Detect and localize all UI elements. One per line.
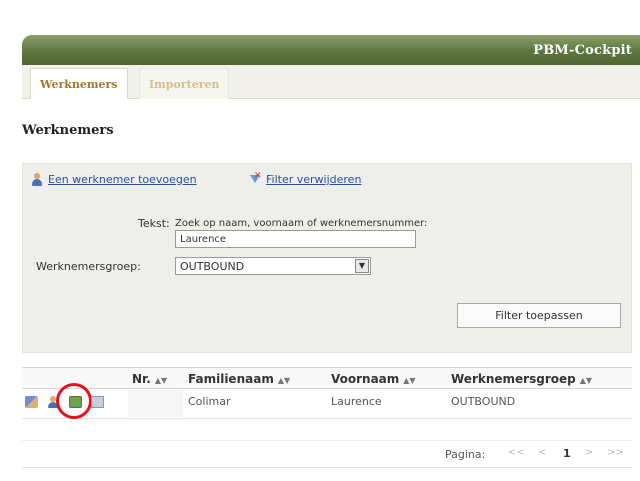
page-title: Werknemers xyxy=(22,123,114,138)
add-user-icon xyxy=(31,173,44,186)
voornaam-cell: Laurence xyxy=(331,395,382,408)
groep-label: Werknemersgroep: xyxy=(36,260,141,273)
chevron-down-icon[interactable]: ▼ xyxy=(355,259,369,273)
sort-icon: ▲▼ xyxy=(579,376,593,385)
column-label: Nr. xyxy=(132,372,151,386)
sort-icon: ▲▼ xyxy=(154,376,168,385)
trash-icon xyxy=(91,396,104,408)
edit-button[interactable] xyxy=(22,392,42,412)
first-page-button[interactable]: << xyxy=(508,447,525,458)
column-label: Voornaam xyxy=(331,372,400,386)
app-title: PBM-Cockpit xyxy=(533,43,632,58)
employees-table: Nr. ▲▼ Familienaam ▲▼ Voornaam ▲▼ Werknemer… xyxy=(22,367,632,468)
next-page-button[interactable]: > xyxy=(585,447,593,458)
last-page-button[interactable]: >> xyxy=(607,447,624,458)
search-hint: Zoek op naam, voornaam of werknemersnumm… xyxy=(175,218,428,229)
werknemersgroep-value: OUTBOUND xyxy=(180,260,245,273)
tab-werknemers[interactable]: Werknemers xyxy=(30,68,128,99)
edit-icon xyxy=(25,396,38,408)
column-header-nr[interactable]: Nr. ▲▼ xyxy=(132,372,167,386)
add-employee-label: Een werknemer toevoegen xyxy=(48,173,197,186)
add-employee-link[interactable]: Een werknemer toevoegen xyxy=(31,173,197,186)
remove-filter-icon xyxy=(249,171,262,186)
apply-filter-button[interactable]: Filter toepassen xyxy=(457,303,621,328)
current-page: 1 xyxy=(563,447,571,460)
pagina-label: Pagina: xyxy=(445,448,486,461)
pagination: Pagina: << < 1 > >> xyxy=(22,440,632,468)
column-header-voornaam[interactable]: Voornaam ▲▼ xyxy=(331,372,416,386)
delete-button[interactable] xyxy=(88,392,108,412)
highlight-circle xyxy=(56,383,92,419)
column-header-familienaam[interactable]: Familienaam ▲▼ xyxy=(188,372,290,386)
document-button[interactable] xyxy=(56,383,92,419)
tab-bar: Werknemers Importeren xyxy=(22,65,640,99)
tekst-label: Tekst: xyxy=(138,217,170,230)
row-actions xyxy=(22,383,108,419)
sort-icon: ▲▼ xyxy=(403,376,416,385)
sort-icon: ▲▼ xyxy=(277,376,291,385)
table-row: Colimar Laurence OUTBOUND xyxy=(22,383,632,419)
table-header: Nr. ▲▼ Familienaam ▲▼ Voornaam ▲▼ Werknemer… xyxy=(22,367,632,389)
filter-panel: Een werknemer toevoegen Filter verwijder… xyxy=(22,163,632,353)
familienaam-cell: Colimar xyxy=(188,395,231,408)
prev-page-button[interactable]: < xyxy=(538,447,546,458)
werknemersgroep-cell: OUTBOUND xyxy=(451,395,516,408)
remove-filter-link[interactable]: Filter verwijderen xyxy=(249,171,362,186)
werknemersgroep-select[interactable]: OUTBOUND ▼ xyxy=(175,257,371,275)
search-input[interactable] xyxy=(175,230,416,248)
remove-filter-label: Filter verwijderen xyxy=(266,173,362,186)
nr-cell xyxy=(128,390,183,417)
column-label: Familienaam xyxy=(188,372,274,386)
tab-importeren[interactable]: Importeren xyxy=(139,68,230,99)
app-header: PBM-Cockpit xyxy=(22,35,640,65)
column-header-werknemersgroep[interactable]: Werknemersgroep ▲▼ xyxy=(451,372,592,386)
column-label: Werknemersgroep xyxy=(451,372,576,386)
